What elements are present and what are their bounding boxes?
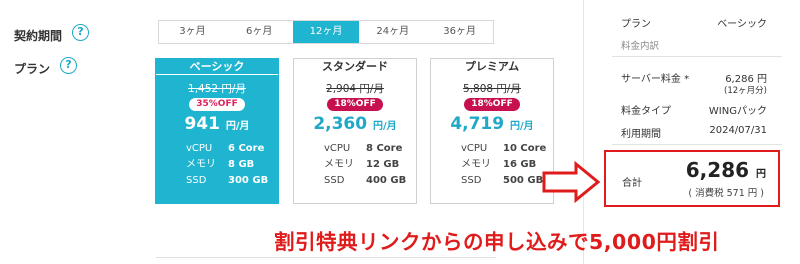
plan-specs: vCPU 6 Core メモリ 8 GB SSD 300 GB — [156, 141, 278, 189]
discount-badge: 18%OFF — [464, 98, 520, 111]
original-price: 5,808 円/月 — [463, 83, 521, 95]
tab-36-months[interactable]: 36ヶ月 — [426, 21, 493, 43]
summary-plan-key: プラン — [621, 19, 651, 30]
spec-key: SSD — [324, 175, 345, 186]
divider — [156, 257, 496, 258]
spec-key: メモリ — [324, 159, 354, 170]
spec-key: SSD — [461, 175, 482, 186]
price-unit: 円/月 — [373, 121, 397, 132]
tax-note: ( 消費税 571 円 ) — [688, 188, 764, 199]
spec-value: 300 GB — [228, 175, 269, 186]
discounted-price: 2,360 円/月 — [294, 113, 416, 138]
period-tabs: 3ヶ月 6ヶ月 12ヶ月 24ヶ月 36ヶ月 — [158, 20, 494, 44]
price-value: 4,719 — [450, 114, 505, 134]
total-amount: 6,286 円 — [686, 158, 766, 182]
spec-key: メモリ — [461, 159, 491, 170]
spec-value: 8 GB — [228, 159, 255, 170]
plan-name: プレミアム — [464, 60, 520, 73]
plan-label: プラン — [14, 62, 51, 76]
server-fee-value: 6,286 円 — [725, 74, 767, 85]
spec-value: 8 Core — [366, 143, 403, 154]
arrow-right-icon — [542, 160, 601, 204]
spec-key: メモリ — [186, 159, 216, 170]
spec-value: 400 GB — [366, 175, 407, 186]
discounted-price: 941 円/月 — [156, 113, 278, 138]
price-value: 2,360 — [313, 114, 368, 134]
discount-badge: 35%OFF — [189, 98, 245, 111]
period-help-icon[interactable]: ? — [72, 24, 89, 41]
server-fee-key: サーバー料金 * — [621, 74, 690, 85]
total-box: 合計 6,286 円 ( 消費税 571 円 ) — [604, 150, 780, 207]
total-label: 合計 — [622, 178, 642, 189]
spec-key: SSD — [186, 175, 207, 186]
breakdown-heading: 料金内訳 — [621, 41, 660, 52]
contract-period-label: 契約期間 — [14, 29, 63, 43]
price-value: 941 — [184, 114, 220, 134]
tab-24-months[interactable]: 24ヶ月 — [359, 21, 426, 43]
original-price: 2,904 円/月 — [326, 83, 384, 95]
price-unit: 円/月 — [225, 121, 250, 132]
spec-value: 16 GB — [503, 159, 537, 170]
total-unit: 円 — [756, 169, 766, 180]
discounted-price: 4,719 円/月 — [431, 113, 553, 138]
usage-period-key: 利用期間 — [621, 129, 661, 140]
original-price: 1,452 円/月 — [188, 83, 246, 95]
plan-specs: vCPU 10 Core メモリ 16 GB SSD 500 GB — [431, 141, 553, 189]
summary-plan-value: ベーシック — [717, 19, 767, 30]
plan-name: スタンダード — [322, 60, 388, 73]
spec-value: 10 Core — [503, 143, 547, 154]
plan-card-standard[interactable]: スタンダード 2,904 円/月 18%OFF 2,360 円/月 vCPU 8 … — [293, 58, 417, 204]
plan-card-premium[interactable]: プレミアム 5,808 円/月 18%OFF 4,719 円/月 vCPU 10 … — [430, 58, 554, 204]
spec-value: 500 GB — [503, 175, 544, 186]
fee-type-value: WINGパック — [708, 106, 767, 117]
tab-6-months[interactable]: 6ヶ月 — [226, 21, 293, 43]
server-fee-note: (12ヶ月分) — [724, 86, 767, 96]
discount-badge: 18%OFF — [327, 98, 383, 111]
plan-card-basic[interactable]: ベーシック 1,452 円/月 35%OFF 941 円/月 vCPU 6 Cor… — [155, 58, 279, 204]
fee-type-key: 料金タイプ — [621, 106, 671, 117]
divider — [612, 144, 782, 145]
usage-period-value: 2024/07/31 — [709, 125, 767, 136]
tab-12-months[interactable]: 12ヶ月 — [292, 21, 360, 43]
tab-3-months[interactable]: 3ヶ月 — [159, 21, 226, 43]
price-unit: 円/月 — [510, 121, 534, 132]
spec-key: vCPU — [324, 143, 351, 154]
spec-key: vCPU — [186, 143, 213, 154]
plan-specs: vCPU 8 Core メモリ 12 GB SSD 400 GB — [294, 141, 416, 189]
plan-name: ベーシック — [156, 59, 278, 75]
spec-value: 12 GB — [366, 159, 400, 170]
plan-help-icon[interactable]: ? — [60, 57, 77, 74]
divider — [612, 56, 782, 57]
promo-text: 割引特典リンクからの申し込みで5,000円割引 — [274, 230, 720, 254]
spec-key: vCPU — [461, 143, 488, 154]
spec-value: 6 Core — [228, 143, 265, 154]
total-value: 6,286 — [685, 158, 750, 182]
